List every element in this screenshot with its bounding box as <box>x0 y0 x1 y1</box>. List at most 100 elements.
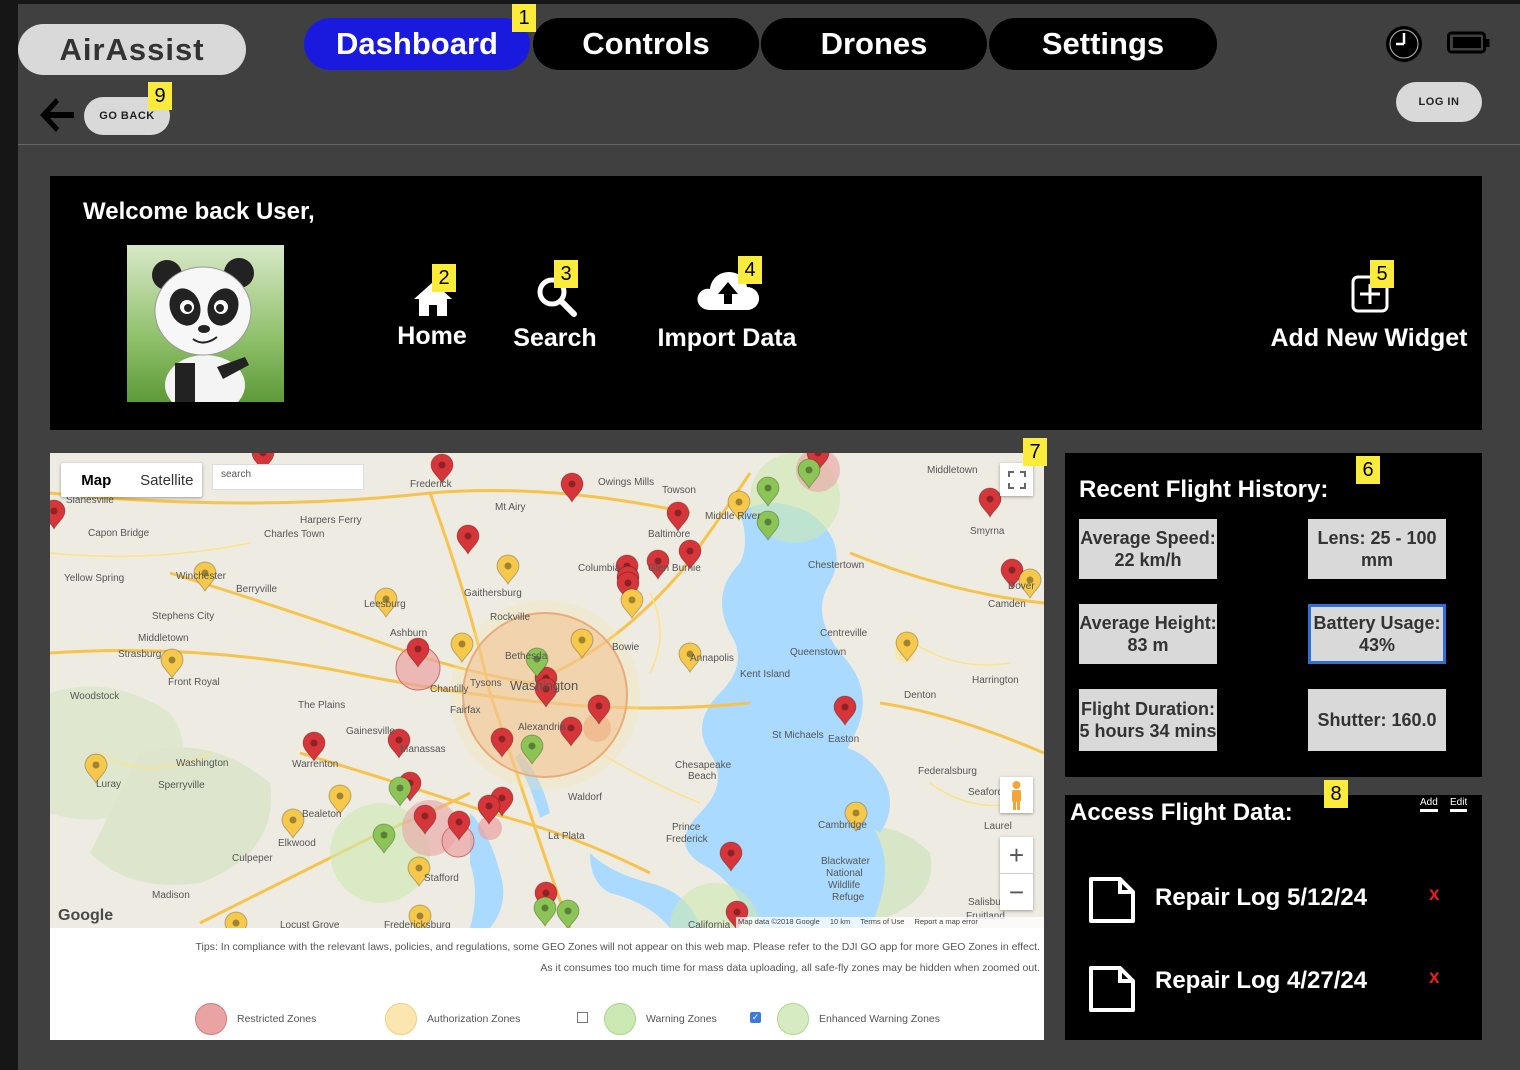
log-in-button[interactable]: LOG IN <box>1396 82 1482 122</box>
warning-zones-checkbox[interactable] <box>577 1012 588 1023</box>
zoom-out-icon[interactable]: − <box>1000 874 1033 910</box>
legend-enhanced: Enhanced Warning Zones <box>777 1003 940 1035</box>
svg-text:Washington: Washington <box>176 758 228 769</box>
report-map-error-link[interactable]: Report a map error <box>914 917 977 928</box>
svg-text:Washington: Washington <box>510 678 578 693</box>
svg-text:St Michaels: St Michaels <box>772 730 824 741</box>
svg-text:Ashburn: Ashburn <box>390 628 427 639</box>
zone-marker-dot <box>733 908 741 916</box>
svg-text:Leesburg: Leesburg <box>364 599 406 610</box>
add-new-widget-button[interactable]: Add New Widget <box>1262 324 1476 353</box>
zone-marker-dot <box>416 912 424 920</box>
battery-usage-stat[interactable]: Battery Usage: 43% <box>1308 604 1446 664</box>
svg-text:Berryville: Berryville <box>236 584 278 595</box>
home-button[interactable]: Home <box>382 322 482 351</box>
svg-text:Front Royal: Front Royal <box>168 677 220 688</box>
delete-file-button[interactable]: x <box>1429 967 1440 989</box>
svg-text:Elkwood: Elkwood <box>278 838 316 849</box>
svg-text:Waldorf: Waldorf <box>568 792 602 803</box>
svg-text:Manassas: Manassas <box>400 744 446 755</box>
annotation-badge: 7 <box>1023 438 1047 466</box>
file-link[interactable]: Repair Log 5/12/24 <box>1155 884 1367 912</box>
tab-settings[interactable]: Settings <box>989 18 1217 70</box>
svg-text:Bealeton: Bealeton <box>302 809 341 820</box>
zone-marker-dot <box>438 461 446 469</box>
map-search-input[interactable]: search <box>212 464 364 490</box>
zone-marker-dot <box>735 498 743 506</box>
svg-text:Culpeper: Culpeper <box>232 853 273 864</box>
welcome-greeting: Welcome back User, <box>83 198 315 225</box>
zone-marker-dot <box>168 656 176 664</box>
svg-text:Prince: Prince <box>672 822 701 833</box>
terms-link[interactable]: Terms of Use <box>860 917 904 928</box>
zone-marker-dot <box>764 518 772 526</box>
zone-marker-dot <box>564 907 572 915</box>
svg-text:Cambridge: Cambridge <box>818 820 867 831</box>
zone-marker-dot <box>421 812 429 820</box>
fullscreen-icon[interactable] <box>1000 463 1033 496</box>
add-file-button[interactable]: Add <box>1420 797 1438 812</box>
zone-marker-dot <box>903 639 911 647</box>
tab-controls[interactable]: Controls <box>533 18 759 70</box>
svg-text:The Plains: The Plains <box>298 700 345 711</box>
avatar[interactable] <box>127 245 284 402</box>
svg-text:Baltimore: Baltimore <box>648 529 691 540</box>
zone-marker-dot <box>504 562 512 570</box>
zone-marker-dot <box>458 640 466 648</box>
annotation-badge: 5 <box>1370 260 1394 288</box>
clock-icon[interactable] <box>1384 24 1424 64</box>
map-tips-line-1: Tips: In compliance with the relevant la… <box>195 941 1041 953</box>
zone-marker-dot <box>1008 566 1016 574</box>
legend-enhanced-label: Enhanced Warning Zones <box>819 1013 941 1025</box>
enhanced-zones-checkbox-checked-icon[interactable]: ✓ <box>750 1012 761 1023</box>
tab-drones[interactable]: Drones <box>761 18 987 70</box>
svg-text:Chesapeake: Chesapeake <box>675 760 732 771</box>
zone-marker-dot <box>289 816 297 824</box>
delete-file-button[interactable]: x <box>1429 884 1440 906</box>
satellite-view-button[interactable]: Satellite <box>132 463 203 497</box>
search-button[interactable]: Search <box>498 324 612 353</box>
file-link[interactable]: Repair Log 4/27/24 <box>1155 967 1367 995</box>
import-data-button[interactable]: Import Data <box>646 324 808 353</box>
zone-marker-dot <box>686 547 694 555</box>
svg-text:Bowie: Bowie <box>612 642 640 653</box>
access-title: Access Flight Data: <box>1070 799 1293 826</box>
annotation-badge: 1 <box>512 4 536 32</box>
tab-dashboard[interactable]: Dashboard <box>304 18 530 70</box>
svg-text:Alexandria: Alexandria <box>518 722 566 733</box>
svg-text:Centreville: Centreville <box>820 628 868 639</box>
back-arrow-icon[interactable] <box>36 95 76 135</box>
street-view-pegman-icon[interactable] <box>1000 777 1033 813</box>
edit-files-button[interactable]: Edit <box>1450 797 1468 812</box>
zone-marker-dot <box>624 579 632 587</box>
svg-text:Stephens City: Stephens City <box>152 611 214 622</box>
svg-text:Stafford: Stafford <box>424 873 459 884</box>
zone-marker-dot <box>414 645 422 653</box>
legend-authorization: Authorization Zones <box>385 1003 520 1035</box>
map-data-attribution: Map data ©2018 Google <box>738 917 820 926</box>
zoom-in-icon[interactable]: + <box>1000 837 1033 874</box>
svg-text:Frederick: Frederick <box>410 479 453 490</box>
map-view-button[interactable]: Map <box>61 463 132 497</box>
svg-text:Madison: Madison <box>152 890 190 901</box>
zone-marker-dot <box>852 809 860 817</box>
zone-marker-dot <box>727 849 735 857</box>
document-icon <box>1088 876 1136 924</box>
zone-marker-dot <box>380 831 388 839</box>
svg-text:Federalsburg: Federalsburg <box>918 766 977 777</box>
zone-marker-dot <box>674 509 682 517</box>
map-canvas[interactable]: Frederick Baltimore Mt Airy Owings Mills… <box>50 453 1044 928</box>
svg-text:Denton: Denton <box>904 690 936 701</box>
svg-text:Harrington: Harrington <box>972 675 1019 686</box>
zone-marker-dot <box>568 480 576 488</box>
document-icon <box>1088 965 1136 1013</box>
svg-text:Dover: Dover <box>1008 581 1035 592</box>
annotation-badge: 9 <box>148 82 172 110</box>
shutter-stat: Shutter: 160.0 <box>1308 689 1446 751</box>
map-graphic[interactable]: Frederick Baltimore Mt Airy Owings Mills… <box>50 453 1044 928</box>
zone-marker-dot <box>541 904 549 912</box>
svg-text:Queenstown: Queenstown <box>790 647 846 658</box>
svg-text:La Plata: La Plata <box>548 831 585 842</box>
zone-marker-dot <box>628 596 636 604</box>
history-title: Recent Flight History: <box>1079 476 1329 503</box>
